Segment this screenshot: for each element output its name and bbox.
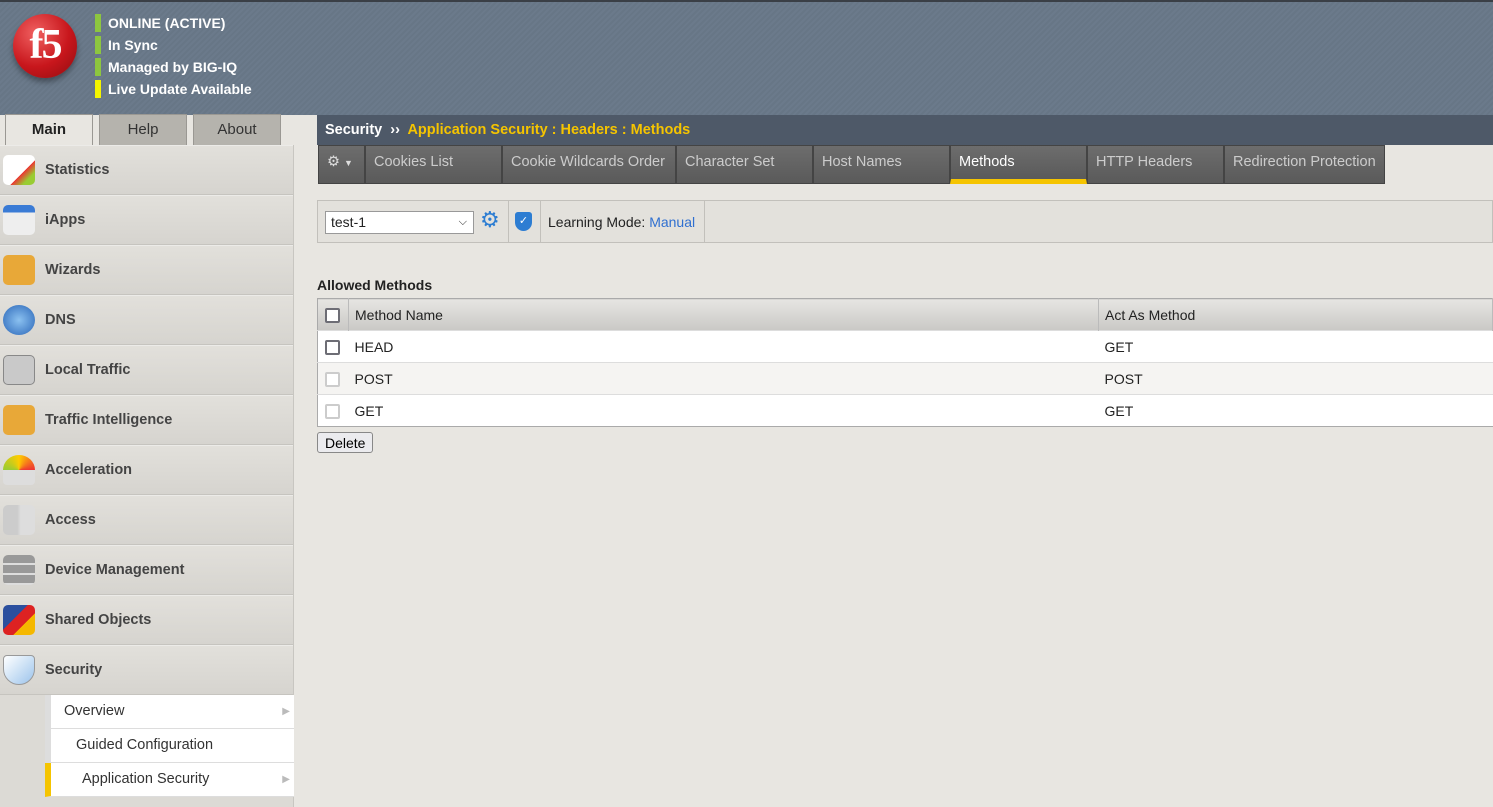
sidebar-item-access[interactable]: Access xyxy=(0,495,293,545)
sidebar-item-local-traffic[interactable]: Local Traffic xyxy=(0,345,293,395)
tab-redirection-protection[interactable]: Redirection Protection xyxy=(1224,145,1385,184)
gauge-icon xyxy=(3,455,35,485)
tab-methods[interactable]: Methods xyxy=(950,145,1087,184)
act-as-method: GET xyxy=(1098,330,1493,363)
sidebar-item-traffic-intelligence[interactable]: Traffic Intelligence xyxy=(0,395,293,445)
chevron-down-icon: ⌵ xyxy=(458,216,467,228)
table-row: GET GET xyxy=(317,394,1493,427)
table-header: Method Name Act As Method xyxy=(317,298,1493,331)
row-checkbox-disabled xyxy=(325,371,340,387)
status-managed: Managed by BIG-IQ xyxy=(95,58,237,76)
label: Security xyxy=(45,662,103,678)
submenu-guided-configuration[interactable]: Guided Configuration xyxy=(51,729,294,763)
act-as-method: POST xyxy=(1098,362,1493,395)
label: Statistics xyxy=(45,162,110,178)
local-traffic-icon xyxy=(3,355,35,385)
table-row: HEAD GET xyxy=(317,330,1493,363)
select-all-cell xyxy=(317,298,349,331)
sidebar-item-dns[interactable]: DNS xyxy=(0,295,293,345)
tab-http-headers[interactable]: HTTP Headers xyxy=(1087,145,1224,184)
globe-icon xyxy=(3,305,35,335)
label: Shared Objects xyxy=(45,612,152,628)
server-icon xyxy=(3,555,35,585)
label: iApps xyxy=(45,212,86,228)
security-submenu: Overview ▶ Guided Configuration Applicati… xyxy=(45,695,294,797)
label: Local Traffic xyxy=(45,362,131,378)
tab-main[interactable]: Main xyxy=(5,114,93,146)
label: Acceleration xyxy=(45,462,133,478)
header-banner: f5 ONLINE (ACTIVE) In Sync Managed by BI… xyxy=(0,0,1493,115)
section-title: Allowed Methods xyxy=(317,277,433,293)
chevron-right-icon: ▶ xyxy=(282,706,290,717)
breadcrumb-separator: ›› xyxy=(390,122,400,138)
method-name[interactable]: GET xyxy=(348,394,1099,427)
iapps-icon xyxy=(3,205,35,235)
clipboard-icon xyxy=(3,255,35,285)
tab-cookies-list[interactable]: Cookies List xyxy=(365,145,502,184)
caret-down-icon: ▼ xyxy=(344,158,353,168)
label: Traffic Intelligence xyxy=(45,412,173,428)
submenu-application-security[interactable]: Application Security ▶ xyxy=(45,763,294,797)
tab-host-names[interactable]: Host Names xyxy=(813,145,950,184)
delete-button[interactable]: Delete xyxy=(317,432,374,453)
select-all-checkbox[interactable] xyxy=(325,307,340,323)
allowed-methods-table: Method Name Act As Method HEAD GET POST … xyxy=(317,298,1493,427)
sidebar-item-device-management[interactable]: Device Management xyxy=(0,545,293,595)
breadcrumb-root[interactable]: Security xyxy=(325,122,382,138)
act-as-method: GET xyxy=(1098,394,1493,427)
sidebar-item-security[interactable]: Security xyxy=(0,645,293,695)
label: Application Security xyxy=(82,771,210,787)
label: Device Management xyxy=(45,562,185,578)
sidebar-item-shared-objects[interactable]: Shared Objects xyxy=(0,595,293,645)
sidebar-item-iapps[interactable]: iApps xyxy=(0,195,293,245)
traffic-intelligence-icon xyxy=(3,405,35,435)
breadcrumb-path: Application Security : Headers : Methods xyxy=(407,122,691,138)
gear-icon[interactable]: ⚙ xyxy=(480,207,500,233)
learning-mode-link[interactable]: Manual xyxy=(649,214,695,230)
shield-icon xyxy=(3,655,35,685)
tab-help[interactable]: Help xyxy=(99,114,187,145)
gear-icon: ⚙ xyxy=(327,154,340,170)
status-sync[interactable]: In Sync xyxy=(95,36,158,54)
learning-mode-label: Learning Mode: xyxy=(548,214,646,230)
shared-objects-icon xyxy=(3,605,35,635)
access-icon xyxy=(3,505,35,535)
label: DNS xyxy=(45,312,76,328)
method-name[interactable]: HEAD xyxy=(348,330,1099,363)
label: Wizards xyxy=(45,262,101,278)
sidebar-item-wizards[interactable]: Wizards xyxy=(0,245,293,295)
column-act-as-method[interactable]: Act As Method xyxy=(1098,298,1493,331)
statistics-icon xyxy=(3,155,35,185)
row-checkbox-disabled xyxy=(325,403,340,419)
policy-value: test-1 xyxy=(331,214,367,230)
sidebar-item-statistics[interactable]: Statistics xyxy=(0,145,293,195)
breadcrumb: Security ›› Application Security : Heade… xyxy=(317,115,1493,145)
sidebar-item-acceleration[interactable]: Acceleration xyxy=(0,445,293,495)
f5-logo[interactable]: f5 xyxy=(13,14,77,78)
learning-mode: Learning Mode: Manual xyxy=(548,201,695,243)
row-checkbox[interactable] xyxy=(325,339,340,355)
label: Access xyxy=(45,512,96,528)
column-method-name[interactable]: Method Name xyxy=(348,298,1099,331)
label: Overview xyxy=(64,703,125,719)
policy-toolbar: test-1 ⌵ ⚙ ✓ Learning Mode: Manual xyxy=(317,200,1493,243)
method-name[interactable]: POST xyxy=(348,362,1099,395)
status-online: ONLINE (ACTIVE) xyxy=(95,14,225,32)
status-live-update[interactable]: Live Update Available xyxy=(95,80,252,98)
chevron-right-icon: ▶ xyxy=(282,774,290,785)
tab-about[interactable]: About xyxy=(193,114,281,145)
shield-check-icon[interactable]: ✓ xyxy=(515,212,532,231)
table-row: POST POST xyxy=(317,362,1493,395)
policy-select[interactable]: test-1 ⌵ xyxy=(325,211,474,234)
tab-character-set[interactable]: Character Set xyxy=(676,145,813,184)
tab-cookie-wildcards-order[interactable]: Cookie Wildcards Order xyxy=(502,145,676,184)
label: Guided Configuration xyxy=(76,737,214,753)
sidebar: Statistics iApps Wizards DNS Local Traff… xyxy=(0,145,294,807)
gear-menu-button[interactable]: ⚙ ▼ xyxy=(318,145,365,184)
submenu-overview[interactable]: Overview ▶ xyxy=(51,695,294,729)
